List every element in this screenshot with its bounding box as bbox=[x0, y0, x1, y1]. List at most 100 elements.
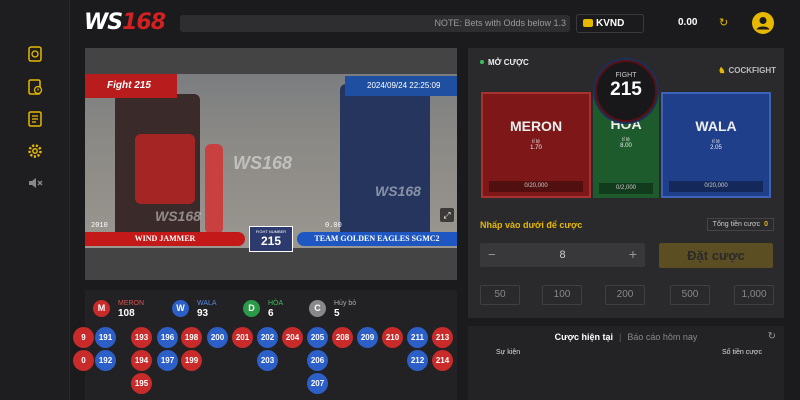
stream-datetime: 2024/09/24 22:25:09 bbox=[345, 76, 457, 96]
post bbox=[205, 144, 223, 234]
result-cell: 210 bbox=[382, 327, 403, 348]
column-amount: Số tiền cược bbox=[721, 349, 762, 356]
result-cell: 206 bbox=[307, 350, 328, 371]
result-cell: 199 bbox=[181, 350, 202, 371]
volume-mute-icon[interactable] bbox=[26, 174, 44, 192]
refresh-history-icon[interactable]: ↻ bbox=[768, 331, 776, 342]
total-bet-value: 0 bbox=[764, 221, 768, 228]
cancel-stat-label: Hủy bỏ bbox=[334, 300, 357, 307]
result-cell: 203 bbox=[257, 350, 278, 371]
fight-number-label: FIGHT NUMBER bbox=[255, 229, 287, 234]
fight-number: 215 bbox=[260, 234, 282, 248]
watermark: WS168 bbox=[233, 153, 293, 173]
watermark: WS168 bbox=[155, 208, 201, 224]
fight-badge-label: FIGHT bbox=[615, 72, 637, 79]
chip-50[interactable]: 50 bbox=[480, 285, 520, 305]
betting-open-status: MỞ CƯỢC bbox=[480, 58, 529, 67]
fight-badge-number: 215 bbox=[610, 79, 642, 100]
meron-label: MERON bbox=[509, 118, 563, 134]
wala-stat-icon: W bbox=[172, 300, 189, 317]
column-event: Sự kiện bbox=[496, 349, 521, 356]
meron-rate: 1.70 bbox=[530, 145, 542, 151]
result-cell: 202 bbox=[257, 327, 278, 348]
hoa-rate: 8.00 bbox=[620, 143, 632, 149]
game-icon[interactable] bbox=[26, 45, 44, 63]
result-cell: 212 bbox=[407, 350, 428, 371]
handler-left-shirt bbox=[135, 134, 195, 204]
app-page: WS168 NOTE: Bets with Odds below 1.3 KVN… bbox=[0, 0, 800, 400]
results-board: M MERON 108 W WALA 93 D HÒA 6 C Hủy bỏ 5… bbox=[73, 290, 457, 400]
chip-100[interactable]: 100 bbox=[542, 285, 582, 305]
result-cell: 204 bbox=[282, 327, 303, 348]
meron-bet-card[interactable]: MERON tỉ lệ 1.70 0/20,000 bbox=[481, 92, 591, 198]
hoa-stat-label: HÒA bbox=[268, 300, 284, 307]
result-cell: 209 bbox=[357, 327, 378, 348]
wala-total: 0/20,000 bbox=[669, 181, 763, 192]
meron-stat-icon: M bbox=[93, 300, 110, 317]
result-cell: 207 bbox=[307, 373, 328, 394]
currency-selector[interactable]: KVND bbox=[576, 14, 644, 33]
result-cell: 211 bbox=[407, 327, 428, 348]
result-cell: 208 bbox=[332, 327, 353, 348]
sidebar bbox=[0, 0, 70, 400]
place-bet-button[interactable]: Đặt cược bbox=[659, 243, 773, 268]
fullscreen-icon[interactable]: ⤢ bbox=[440, 208, 454, 222]
category-label: ♞ COCKFIGHT bbox=[718, 66, 776, 75]
result-cell: 9 bbox=[73, 327, 94, 348]
history-tabs: Cược hiện tại | Báo cáo hôm nay bbox=[554, 332, 698, 342]
chip-1000[interactable]: 1,000 bbox=[734, 285, 774, 305]
result-cell: 192 bbox=[95, 350, 116, 371]
bet-instruction: Nhấp vào dưới để cược bbox=[480, 220, 583, 230]
bet-history-icon[interactable] bbox=[26, 78, 44, 96]
bet-amount-input[interactable]: 8 bbox=[480, 249, 645, 261]
result-cell: 205 bbox=[307, 327, 328, 348]
logo[interactable]: WS168 bbox=[84, 10, 166, 35]
currency-label: KVND bbox=[596, 18, 625, 29]
hoa-stat-count: 6 bbox=[268, 308, 274, 319]
wallet-icon bbox=[583, 19, 593, 27]
rooster-icon: ♞ bbox=[718, 66, 726, 75]
live-video[interactable]: Fight 215 2024/09/24 22:25:09 WS168 WS16… bbox=[85, 48, 457, 280]
meron-stat-label: MERON bbox=[118, 300, 145, 307]
settings-icon[interactable] bbox=[26, 142, 44, 160]
result-cell: 201 bbox=[232, 327, 253, 348]
right-score: 0.00 bbox=[325, 222, 342, 230]
tab-today-report[interactable]: Báo cáo hôm nay bbox=[627, 332, 697, 342]
result-cell: 198 bbox=[181, 327, 202, 348]
chip-500[interactable]: 500 bbox=[670, 285, 710, 305]
bet-history-panel: Cược hiện tại | Báo cáo hôm nay ↻ Sự kiện … bbox=[468, 326, 784, 400]
wala-label: WALA bbox=[695, 118, 737, 134]
user-avatar-icon[interactable] bbox=[752, 12, 774, 34]
result-cell: 213 bbox=[432, 327, 453, 348]
total-bet-label: Tổng tiền cược bbox=[712, 221, 761, 228]
top-bar: WS168 NOTE: Bets with Odds below 1.3 KVN… bbox=[70, 0, 800, 46]
result-cell: 196 bbox=[157, 327, 178, 348]
hoa-total: 0/2,000 bbox=[599, 183, 653, 194]
chip-200[interactable]: 200 bbox=[605, 285, 645, 305]
fight-tag: Fight 215 bbox=[85, 74, 177, 98]
meron-stat-count: 108 bbox=[118, 308, 135, 319]
status-dot-icon bbox=[480, 60, 484, 64]
report-icon[interactable] bbox=[26, 110, 44, 128]
left-score: 2010 bbox=[91, 222, 108, 230]
refresh-balance-icon[interactable]: ↻ bbox=[719, 16, 728, 29]
meron-total: 0/20,000 bbox=[489, 181, 583, 192]
result-cell: 200 bbox=[207, 327, 228, 348]
cancel-stat-icon: C bbox=[309, 300, 326, 317]
odds-note-marquee: NOTE: Bets with Odds below 1.3 bbox=[180, 15, 570, 32]
result-cell: 195 bbox=[131, 373, 152, 394]
result-cell: 197 bbox=[157, 350, 178, 371]
result-cell: 191 bbox=[95, 327, 116, 348]
fight-number-badge: FIGHT 215 bbox=[595, 60, 657, 122]
result-cell: 194 bbox=[131, 350, 152, 371]
watermark: WS168 bbox=[375, 183, 421, 199]
bet-panel: MỞ CƯỢC ♞ COCKFIGHT FIGHT 215 MERON tỉ lệ… bbox=[468, 48, 784, 318]
tab-current-bets[interactable]: Cược hiện tại bbox=[555, 332, 613, 342]
wala-rate: 2.05 bbox=[710, 145, 722, 151]
wala-stat-count: 93 bbox=[197, 308, 209, 319]
wala-bet-card[interactable]: WALA tỉ lệ 2.05 0/20,000 bbox=[661, 92, 771, 198]
result-cell: 0 bbox=[73, 350, 94, 371]
increase-button[interactable]: + bbox=[629, 246, 637, 262]
result-cell: 214 bbox=[432, 350, 453, 371]
bet-amount-stepper: − 8 + bbox=[480, 243, 645, 267]
